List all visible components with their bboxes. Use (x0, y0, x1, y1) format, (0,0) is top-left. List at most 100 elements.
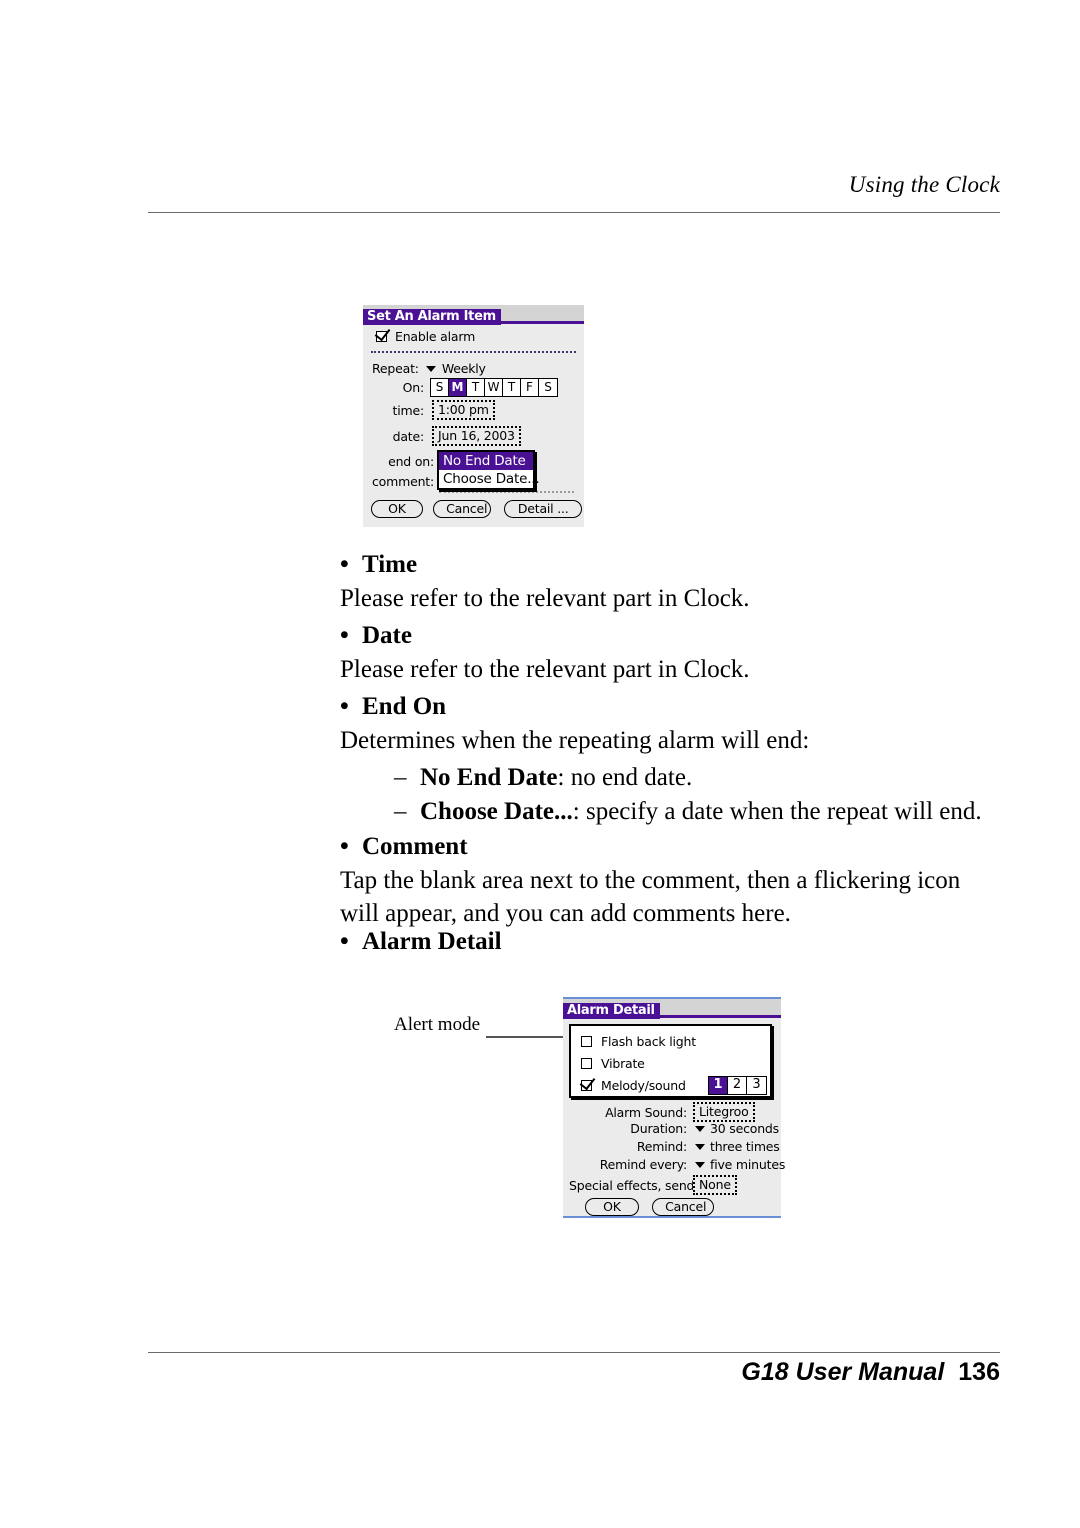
special-effects-field[interactable]: None (693, 1175, 737, 1195)
vibrate-label: Vibrate (601, 1056, 645, 1071)
chevron-down-icon[interactable] (695, 1161, 705, 1168)
day-button-fri[interactable]: F (521, 379, 539, 396)
bullet-glyph: • (340, 928, 349, 955)
end-on-item-choose-date: – Choose Date...: specify a date when the… (394, 795, 1004, 828)
bullet-glyph: • (340, 622, 349, 649)
ok-button[interactable]: OK (371, 500, 423, 518)
alert-mode-group: Flash back light Vibrate Melody/sound 1 … (569, 1024, 772, 1098)
special-effects-label: Special effects, send: (569, 1177, 699, 1193)
section-heading-date-label: Date (362, 622, 412, 649)
chevron-down-icon[interactable] (695, 1125, 705, 1132)
end-on-item-desc: : specify a date when the repeat will en… (572, 798, 982, 825)
section-heading-comment-label: Comment (362, 833, 468, 860)
callout-alert-mode-label: Alert mode (394, 1014, 481, 1035)
duration-value[interactable]: 30 seconds (710, 1121, 779, 1136)
page-footer: G18 User Manual 136 (148, 1358, 1000, 1387)
day-button-tue[interactable]: T (467, 379, 485, 396)
dialog-titlebar: Set An Alarm Item (363, 305, 584, 325)
section-paragraph-time: Please refer to the relevant part in Clo… (340, 585, 750, 612)
alarm-sound-field[interactable]: Litegroo (693, 1102, 755, 1122)
remind-label: Remind: (636, 1139, 687, 1154)
on-label: On: (402, 380, 425, 395)
repeat-row[interactable]: Repeat: Weekly (372, 361, 486, 376)
melody-number-1[interactable]: 1 (709, 1077, 728, 1094)
end-on-item-term: Choose Date... (420, 798, 573, 825)
alarm-detail-title: Alarm Detail (563, 1003, 660, 1019)
time-row: time: 1:00 pm (372, 400, 495, 420)
time-label: time: (392, 402, 425, 418)
alarm-detail-titlebar: Alarm Detail (563, 999, 781, 1019)
day-button-wed[interactable]: W (485, 379, 503, 396)
end-on-option-choose-date[interactable]: Choose Date... (439, 470, 540, 488)
chevron-down-icon[interactable] (425, 365, 436, 372)
section-heading-end-on: • End On (340, 690, 1000, 723)
special-effects-row: Special effects, send: None (569, 1175, 737, 1195)
end-on-dropdown-popup[interactable]: No End Date Choose Date... (437, 450, 540, 490)
section-paragraph-date: Please refer to the relevant part in Clo… (340, 656, 750, 683)
enable-alarm-label: Enable alarm (395, 329, 476, 344)
enable-alarm-checkbox[interactable] (376, 331, 387, 342)
melody-sound-row[interactable]: Melody/sound (581, 1078, 686, 1093)
end-on-label: end on: (388, 454, 434, 469)
date-row: date: Jun 16, 2003 (372, 426, 521, 446)
callout-leader-line (486, 1036, 564, 1038)
melody-number-selector[interactable]: 1 2 3 (708, 1076, 767, 1095)
day-button-sat[interactable]: S (539, 379, 557, 396)
section-paragraph-comment: Tap the blank area next to the comment, … (340, 867, 961, 927)
bullet-glyph: • (340, 693, 349, 720)
comment-label: comment: (372, 474, 434, 489)
dash-glyph: – (394, 798, 407, 825)
section-heading-time: • Time (340, 548, 1000, 581)
on-row: On: S M T W T F S (372, 378, 558, 397)
end-on-item-term: No End Date (420, 764, 558, 791)
day-of-week-selector[interactable]: S M T W T F S (430, 378, 558, 397)
comment-row: comment: (372, 474, 434, 489)
end-on-item-desc: : no end date. (557, 764, 693, 791)
page-header-title: Using the Clock (848, 172, 1000, 197)
alarm-detail-ok-button[interactable]: OK (585, 1198, 639, 1216)
day-button-sun[interactable]: S (431, 379, 449, 396)
remind-value[interactable]: three times (710, 1139, 780, 1154)
end-on-row: end on: (372, 454, 434, 469)
date-field[interactable]: Jun 16, 2003 (432, 426, 521, 446)
alarm-sound-row: Alarm Sound: Litegroo (569, 1102, 755, 1122)
dash-glyph: – (394, 764, 407, 791)
bullet-glyph: • (340, 833, 349, 860)
page-header: Using the Clock (148, 172, 1000, 198)
melody-sound-checkbox[interactable] (581, 1080, 592, 1091)
dialog-button-row: OK Cancel Detail ... (371, 498, 583, 518)
vibrate-checkbox[interactable] (581, 1058, 592, 1069)
melody-number-3[interactable]: 3 (747, 1077, 766, 1094)
section-heading-date: • Date (340, 619, 1000, 652)
vibrate-row[interactable]: Vibrate (581, 1056, 645, 1071)
header-divider (148, 212, 1000, 213)
alarm-sound-label: Alarm Sound: (605, 1104, 687, 1120)
footer-page-number: 136 (958, 1358, 1000, 1386)
alarm-detail-button-row: OK Cancel (585, 1196, 715, 1216)
day-button-mon[interactable]: M (449, 379, 467, 396)
enable-alarm-row[interactable]: Enable alarm (376, 329, 475, 344)
melody-number-2[interactable]: 2 (728, 1077, 747, 1094)
footer-divider (148, 1352, 1000, 1353)
repeat-value[interactable]: Weekly (442, 361, 486, 376)
flash-back-light-row[interactable]: Flash back light (581, 1034, 696, 1049)
end-on-option-no-end-date[interactable]: No End Date (439, 452, 533, 470)
remind-every-value[interactable]: five minutes (710, 1157, 785, 1172)
cancel-button[interactable]: Cancel (433, 500, 492, 518)
alarm-detail-cancel-button[interactable]: Cancel (652, 1198, 715, 1216)
time-field[interactable]: 1:00 pm (432, 400, 495, 420)
day-button-thu[interactable]: T (503, 379, 521, 396)
date-label: date: (392, 428, 425, 444)
flash-back-light-checkbox[interactable] (581, 1036, 592, 1047)
duration-label: Duration: (630, 1121, 687, 1136)
section-paragraph-end-on: Determines when the repeating alarm will… (340, 727, 810, 754)
comment-input-field[interactable] (439, 490, 574, 493)
detail-button[interactable]: Detail ... (504, 500, 583, 518)
footer-manual-name: G18 User Manual (741, 1358, 945, 1386)
dialog-title: Set An Alarm Item (363, 309, 501, 325)
bullet-glyph: • (340, 551, 349, 578)
remind-row: Remind: three times (569, 1139, 780, 1154)
melody-sound-label: Melody/sound (601, 1078, 686, 1093)
chevron-down-icon[interactable] (695, 1143, 705, 1150)
duration-row: Duration: 30 seconds (569, 1121, 779, 1136)
